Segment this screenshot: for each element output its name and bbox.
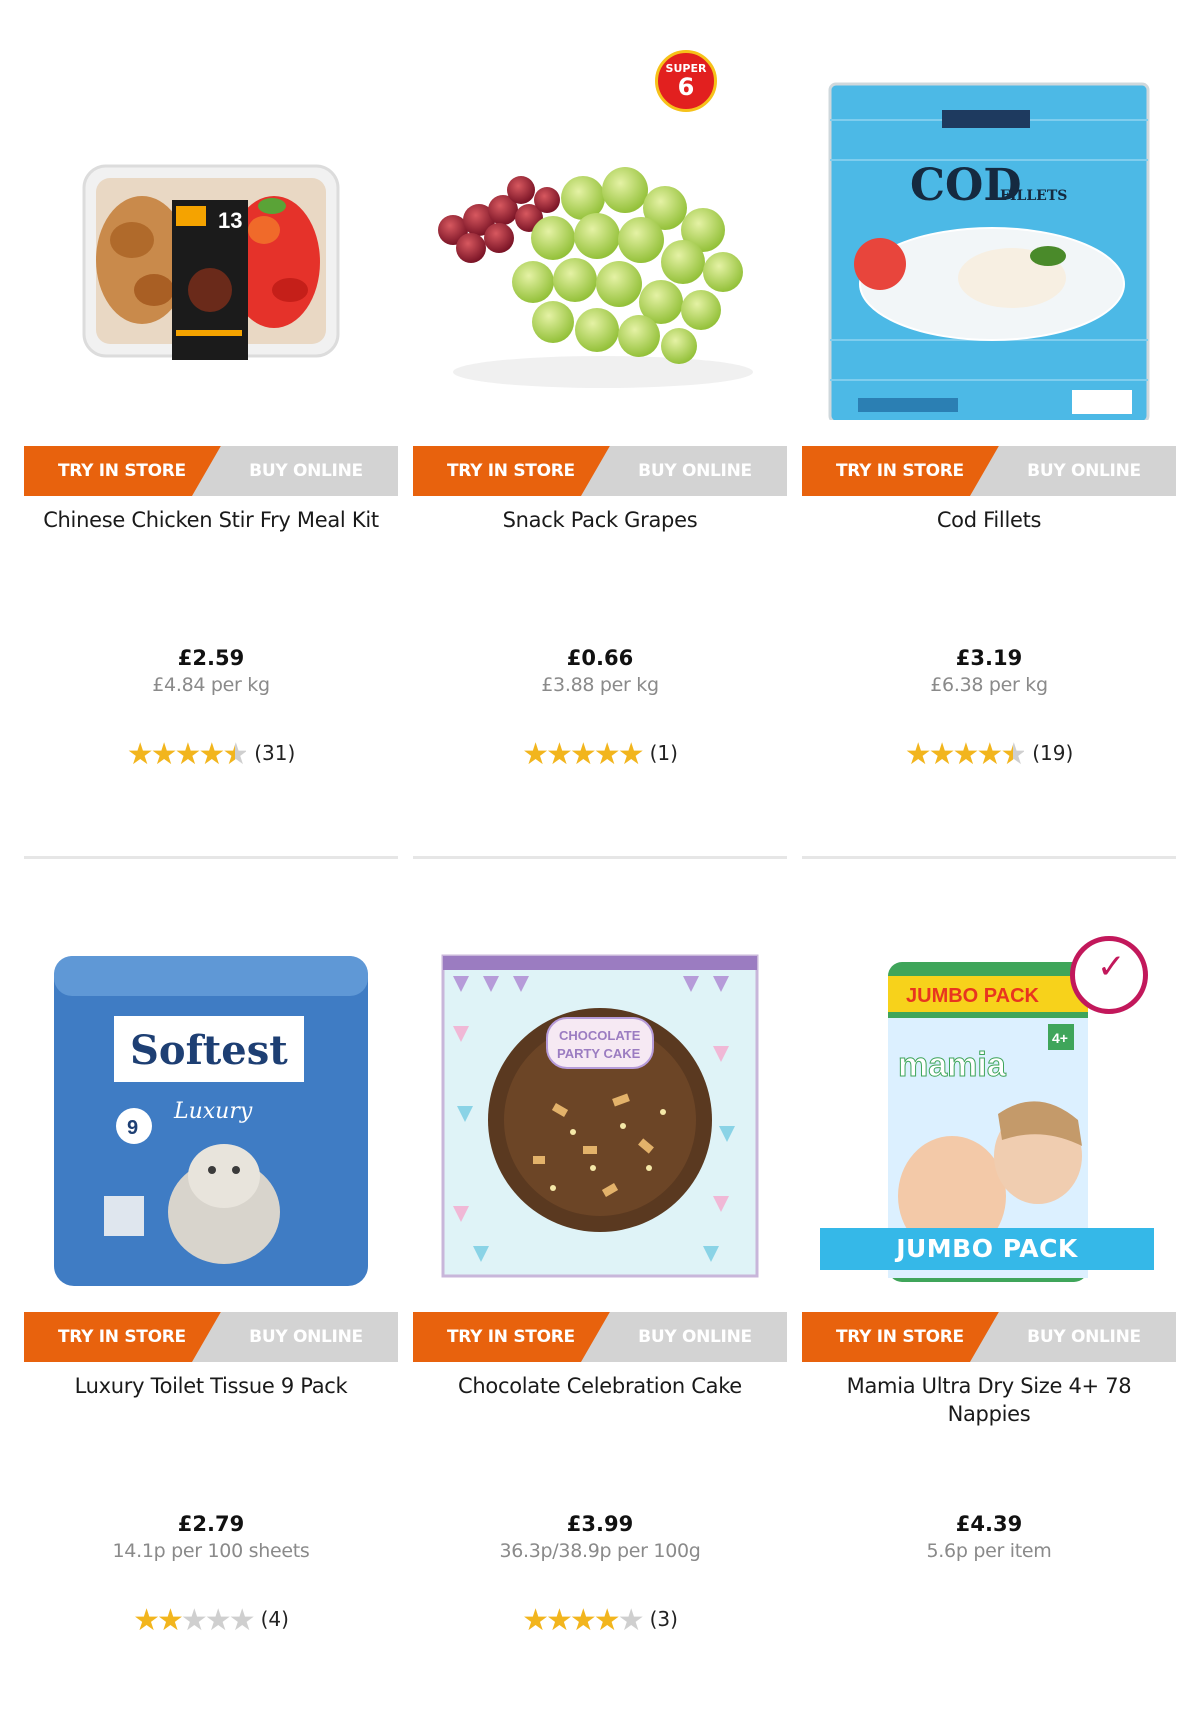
product-price: £3.99 [566, 1512, 634, 1536]
unit-price: 36.3p/38.9p per 100g [499, 1540, 701, 1562]
product-card[interactable]: 13 TRY IN STORE BUY ONLINE Chinese Chick… [24, 40, 398, 870]
half-star-icon: ★ [1000, 737, 1027, 772]
half-star-icon: ★ [222, 737, 249, 772]
star-icon: ★ [150, 737, 178, 772]
purchase-tabs: TRY IN STORE BUY ONLINE [413, 446, 787, 496]
unit-price: 14.1p per 100 sheets [112, 1540, 310, 1562]
star-icon: ★ [904, 737, 932, 772]
product-card[interactable]: CHOCOLATE PARTY CAKE TRY IN STORE BUY ON… [413, 906, 787, 1714]
buy-online-button[interactable]: BUY ONLINE [192, 1312, 398, 1362]
star-icon: ★ [545, 1603, 573, 1638]
svg-text:9: 9 [127, 1117, 138, 1139]
star-rating[interactable]: ★★★★★ (19) [802, 736, 1176, 772]
product-price: £0.66 [566, 646, 634, 670]
star-icon: ★ [593, 1603, 621, 1638]
purchase-tabs: TRY IN STORE BUY ONLINE [802, 446, 1176, 496]
product-image[interactable]: COD FILLETS [802, 40, 1176, 420]
star-rating[interactable]: ★★★★★ (1) [413, 736, 787, 772]
product-card[interactable]: Softest Luxury 9 TRY IN STORE BUY ONLINE… [24, 906, 398, 1714]
product-grid: 13 TRY IN STORE BUY ONLINE Chinese Chick… [0, 0, 1200, 1714]
product-price: £4.39 [955, 1512, 1023, 1536]
product-card[interactable]: SUPER 6 TRY IN STORE BUY ONLINE Snack Pa… [413, 40, 787, 870]
product-price: £2.79 [177, 1512, 245, 1536]
product-title[interactable]: Chinese Chicken Stir Fry Meal Kit [24, 506, 398, 534]
product-title[interactable]: Mamia Ultra Dry Size 4+ 78 Nappies [802, 1372, 1176, 1428]
buy-online-button[interactable]: BUY ONLINE [970, 1312, 1176, 1362]
product-price: £2.59 [177, 646, 245, 670]
try-in-store-button[interactable]: TRY IN STORE [24, 446, 222, 496]
star-icon: ★ [126, 737, 154, 772]
buy-online-button[interactable]: BUY ONLINE [581, 446, 787, 496]
product-card[interactable]: JUMBO PACK mamia 4+ JUMBO PACK TRY IN ST… [802, 906, 1176, 1714]
purchase-tabs: TRY IN STORE BUY ONLINE [24, 1312, 398, 1362]
empty-star-icon: ★ [617, 1603, 645, 1638]
svg-text:PARTY CAKE: PARTY CAKE [557, 1046, 641, 1061]
buy-online-button[interactable]: BUY ONLINE [970, 446, 1176, 496]
super-6-badge: SUPER 6 [655, 50, 717, 112]
card-divider [802, 856, 1176, 859]
quality-seal-badge [1070, 936, 1148, 1014]
product-image[interactable]: 13 [24, 40, 398, 420]
unit-price: 5.6p per item [926, 1540, 1052, 1562]
star-icon: ★ [545, 737, 573, 772]
star-rating[interactable]: ★★★★★ (3) [413, 1602, 787, 1638]
star-icon: ★ [617, 737, 645, 772]
unit-price: £6.38 per kg [930, 674, 1048, 696]
star-icon: ★ [174, 737, 202, 772]
unit-price: £3.88 per kg [541, 674, 659, 696]
star-icon: ★ [952, 737, 980, 772]
buy-online-button[interactable]: BUY ONLINE [192, 446, 398, 496]
review-count: (31) [254, 741, 296, 765]
purchase-tabs: TRY IN STORE BUY ONLINE [802, 1312, 1176, 1362]
empty-star-icon: ★ [228, 1603, 256, 1638]
empty-star-icon: ★ [204, 1603, 232, 1638]
svg-text:13: 13 [218, 208, 242, 233]
svg-text:JUMBO PACK: JUMBO PACK [906, 985, 1040, 1007]
star-icon: ★ [569, 737, 597, 772]
purchase-tabs: TRY IN STORE BUY ONLINE [24, 446, 398, 496]
star-icon: ★ [593, 737, 621, 772]
try-in-store-button[interactable]: TRY IN STORE [413, 446, 611, 496]
product-title[interactable]: Cod Fillets [802, 506, 1176, 534]
product-title[interactable]: Snack Pack Grapes [413, 506, 787, 534]
card-divider [413, 856, 787, 859]
star-icon: ★ [198, 737, 225, 772]
review-count: (1) [649, 741, 678, 765]
svg-text:Softest: Softest [130, 1027, 288, 1074]
svg-text:mamia: mamia [898, 1046, 1007, 1084]
buy-online-button[interactable]: BUY ONLINE [581, 1312, 787, 1362]
star-rating[interactable]: ★★★★★ (31) [24, 736, 398, 772]
product-image[interactable] [413, 40, 787, 420]
review-count: (3) [649, 1607, 678, 1631]
try-in-store-button[interactable]: TRY IN STORE [24, 1312, 222, 1362]
svg-text:FILLETS: FILLETS [1000, 188, 1067, 204]
product-image[interactable]: CHOCOLATE PARTY CAKE [413, 906, 787, 1286]
card-divider [24, 856, 398, 859]
svg-text:Luxury: Luxury [173, 1099, 253, 1124]
empty-star-icon: ★ [180, 1603, 208, 1638]
review-count: (19) [1032, 741, 1074, 765]
unit-price: £4.84 per kg [152, 674, 270, 696]
star-icon: ★ [976, 737, 1003, 772]
star-icon: ★ [522, 1603, 549, 1638]
star-icon: ★ [522, 737, 549, 772]
product-price: £3.19 [955, 646, 1023, 670]
svg-text:4+: 4+ [1052, 1030, 1068, 1046]
product-title[interactable]: Chocolate Celebration Cake [413, 1372, 787, 1400]
star-icon: ★ [156, 1603, 184, 1638]
product-card[interactable]: COD FILLETS TRY IN STORE BUY ONLINE Cod … [802, 40, 1176, 870]
star-icon: ★ [928, 737, 956, 772]
try-in-store-button[interactable]: TRY IN STORE [802, 446, 1000, 496]
star-icon: ★ [133, 1603, 160, 1638]
try-in-store-button[interactable]: TRY IN STORE [413, 1312, 611, 1362]
review-count: (4) [260, 1607, 289, 1631]
svg-text:CHOCOLATE: CHOCOLATE [559, 1028, 641, 1043]
product-image[interactable]: Softest Luxury 9 [24, 906, 398, 1286]
star-rating[interactable]: ★★★★★ (4) [24, 1602, 398, 1638]
product-title[interactable]: Luxury Toilet Tissue 9 Pack [24, 1372, 398, 1400]
star-icon: ★ [569, 1603, 597, 1638]
try-in-store-button[interactable]: TRY IN STORE [802, 1312, 1000, 1362]
jumbo-pack-banner: JUMBO PACK [820, 1228, 1154, 1270]
purchase-tabs: TRY IN STORE BUY ONLINE [413, 1312, 787, 1362]
